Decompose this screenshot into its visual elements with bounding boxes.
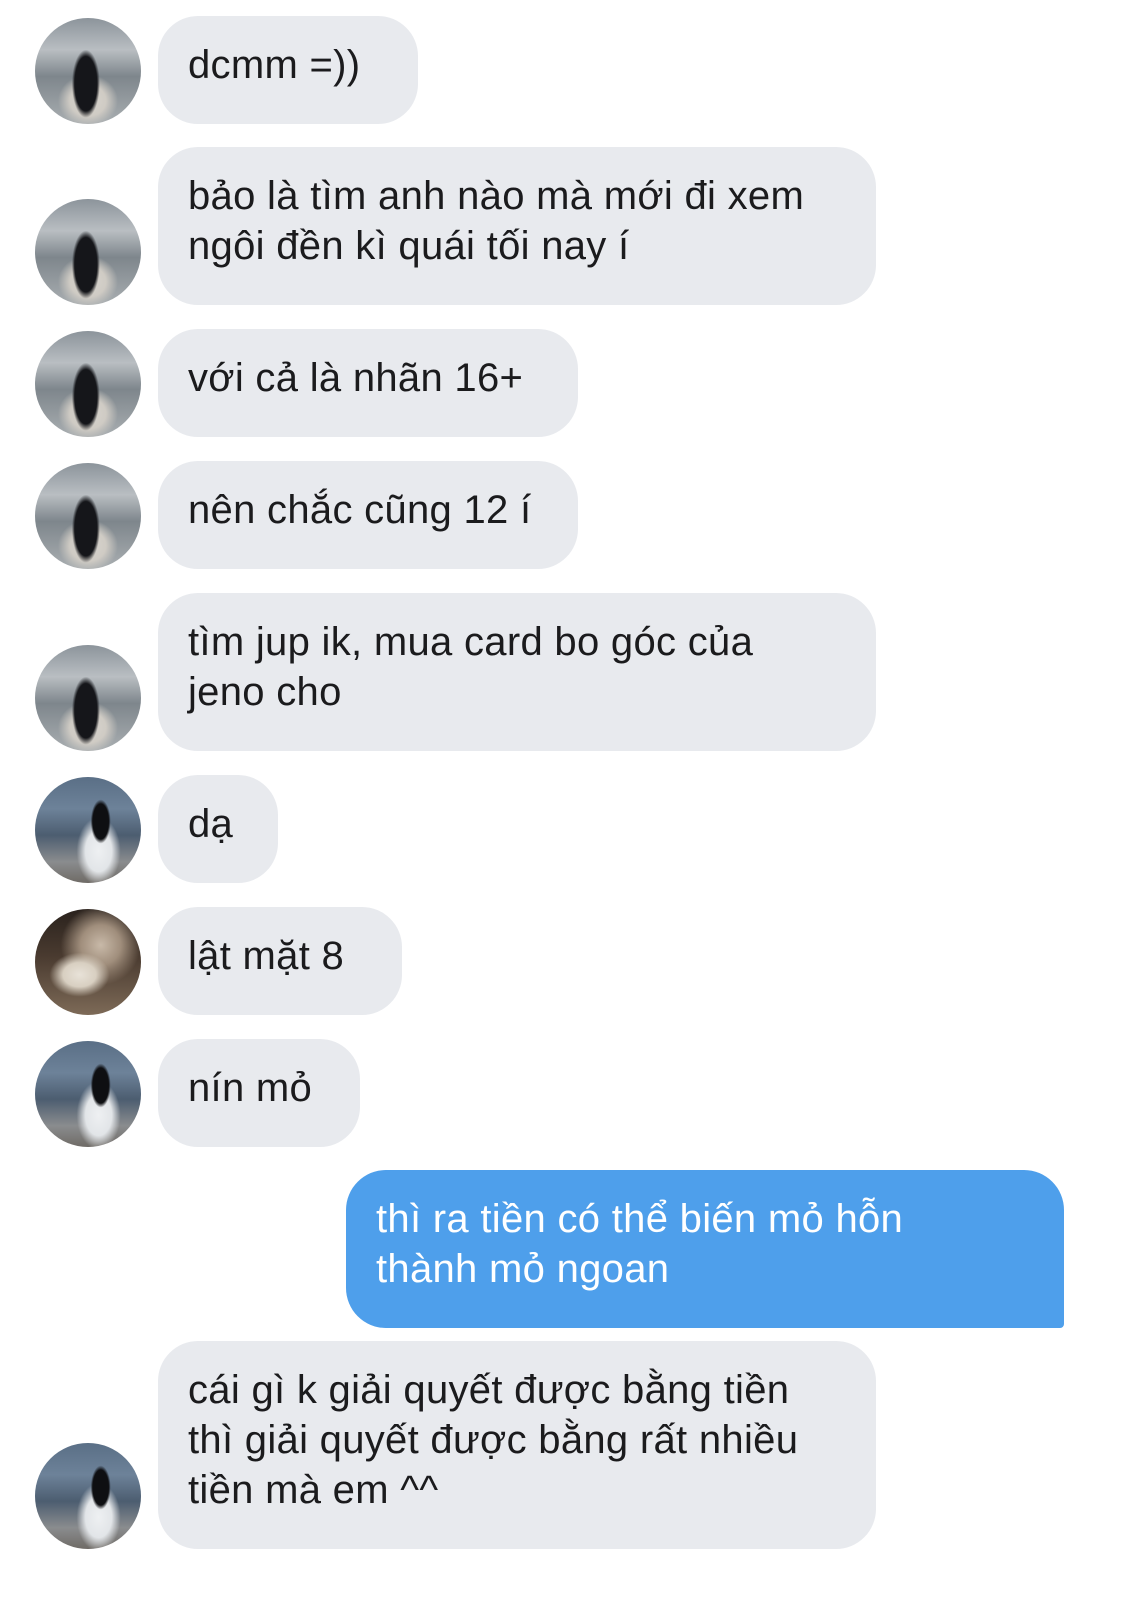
avatar-girl-with-cat[interactable] — [35, 909, 141, 1015]
message-bubble-incoming[interactable]: tìm jup ik, mua card bo góc của jeno cho — [158, 593, 876, 751]
message-row: dcmm =)) — [0, 16, 1125, 124]
message-row: dạ — [0, 775, 1125, 883]
message-bubble-incoming[interactable]: nín mỏ — [158, 1039, 360, 1147]
message-row: nên chắc cũng 12 í — [0, 461, 1125, 569]
avatar-sea-girl-1[interactable] — [35, 463, 141, 569]
message-bubble-incoming[interactable]: với cả là nhãn 16+ — [158, 329, 578, 437]
message-row: thì ra tiền có thể biến mỏ hỗn thành mỏ … — [0, 1170, 1125, 1328]
message-bubble-outgoing[interactable]: thì ra tiền có thể biến mỏ hỗn thành mỏ … — [346, 1170, 1064, 1328]
avatar-sea-girl-1[interactable] — [35, 645, 141, 751]
message-row: nín mỏ — [0, 1039, 1125, 1147]
message-bubble-incoming[interactable]: dcmm =)) — [158, 16, 418, 124]
avatar-sea-girl-1[interactable] — [35, 18, 141, 124]
message-bubble-incoming[interactable]: nên chắc cũng 12 í — [158, 461, 578, 569]
avatar-sea-girl-1[interactable] — [35, 199, 141, 305]
message-row: tìm jup ik, mua card bo góc của jeno cho — [0, 593, 1125, 751]
message-row: cái gì k giải quyết được bằng tiền thì g… — [0, 1341, 1125, 1549]
avatar-beach-girl-2[interactable] — [35, 777, 141, 883]
message-row: bảo là tìm anh nào mà mới đi xem ngôi đề… — [0, 147, 1125, 305]
message-row: lật mặt 8 — [0, 907, 1125, 1015]
message-bubble-incoming[interactable]: cái gì k giải quyết được bằng tiền thì g… — [158, 1341, 876, 1549]
avatar-beach-girl-2[interactable] — [35, 1443, 141, 1549]
message-bubble-incoming[interactable]: dạ — [158, 775, 278, 883]
avatar-sea-girl-1[interactable] — [35, 331, 141, 437]
message-row: với cả là nhãn 16+ — [0, 329, 1125, 437]
message-bubble-incoming[interactable]: lật mặt 8 — [158, 907, 402, 1015]
avatar-beach-girl-2[interactable] — [35, 1041, 141, 1147]
message-bubble-incoming[interactable]: bảo là tìm anh nào mà mới đi xem ngôi đề… — [158, 147, 876, 305]
